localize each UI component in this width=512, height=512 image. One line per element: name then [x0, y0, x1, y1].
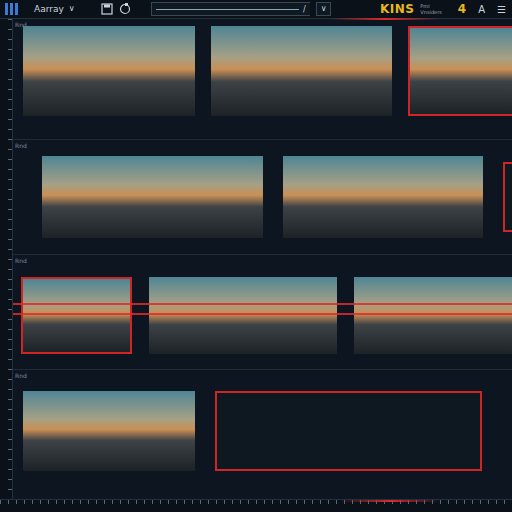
clip-row — [13, 370, 512, 471]
brand-logo: KINS — [380, 2, 414, 16]
track-list: Rnd Rnd Rnd Rnd — [13, 19, 512, 499]
save-icon[interactable] — [101, 3, 113, 15]
clip-thumbnail[interactable] — [354, 277, 512, 354]
clip-row — [13, 140, 512, 238]
track: Rnd — [13, 139, 512, 254]
count-badge: 4 — [458, 2, 466, 16]
empty-clip-slot[interactable] — [215, 391, 482, 471]
clip-row — [13, 255, 512, 354]
playhead-indicator — [340, 500, 440, 502]
vertical-ruler — [0, 19, 13, 499]
clip-thumbnail[interactable] — [42, 156, 263, 238]
clip-thumbnail[interactable] — [283, 156, 483, 238]
track: Rnd — [13, 369, 512, 484]
track-label: Rnd — [15, 372, 27, 379]
brand-subtitle-line: Vnsiders — [420, 9, 442, 15]
marker-line — [13, 313, 512, 315]
field-track — [156, 9, 299, 10]
marker-line — [13, 303, 512, 305]
bars-icon[interactable] — [4, 2, 20, 16]
brand-subtitle: PmlVnsiders — [420, 3, 442, 15]
clip-thumbnail[interactable] — [408, 26, 512, 116]
empty-clip-slot[interactable] — [503, 162, 512, 232]
field-separator: / — [303, 5, 306, 14]
clip-thumbnail[interactable] — [23, 391, 195, 471]
text-tool-button[interactable]: A — [478, 4, 485, 15]
clip-thumbnail[interactable] — [23, 26, 195, 116]
track: Rnd — [13, 254, 512, 369]
clip-thumbnail[interactable] — [21, 277, 132, 354]
clip-row — [13, 19, 512, 116]
project-dropdown[interactable]: Aarray ∨ — [34, 4, 75, 14]
field-dropdown[interactable]: ∨ — [316, 2, 332, 16]
menu-button[interactable]: ☰ — [497, 4, 506, 15]
clip-thumbnail[interactable] — [211, 26, 392, 116]
project-caret: ∨ — [69, 4, 75, 14]
project-name: Aarray — [34, 4, 64, 14]
track-label: Rnd — [15, 257, 27, 264]
track-label: Rnd — [15, 142, 27, 149]
toolbar: Aarray ∨ / ∨ KINS PmlVnsiders 4 A ☰ — [0, 0, 512, 19]
horizontal-ruler — [0, 499, 512, 512]
timeline-field[interactable]: / — [151, 2, 310, 16]
playhead-indicator — [330, 18, 440, 20]
editor-window: Aarray ∨ / ∨ KINS PmlVnsiders 4 A ☰ Rnd … — [0, 0, 512, 512]
clip-thumbnail[interactable] — [149, 277, 337, 354]
track: Rnd — [13, 19, 512, 139]
brand-subtitle-line: Pml — [420, 3, 442, 9]
refresh-icon[interactable] — [119, 3, 131, 15]
